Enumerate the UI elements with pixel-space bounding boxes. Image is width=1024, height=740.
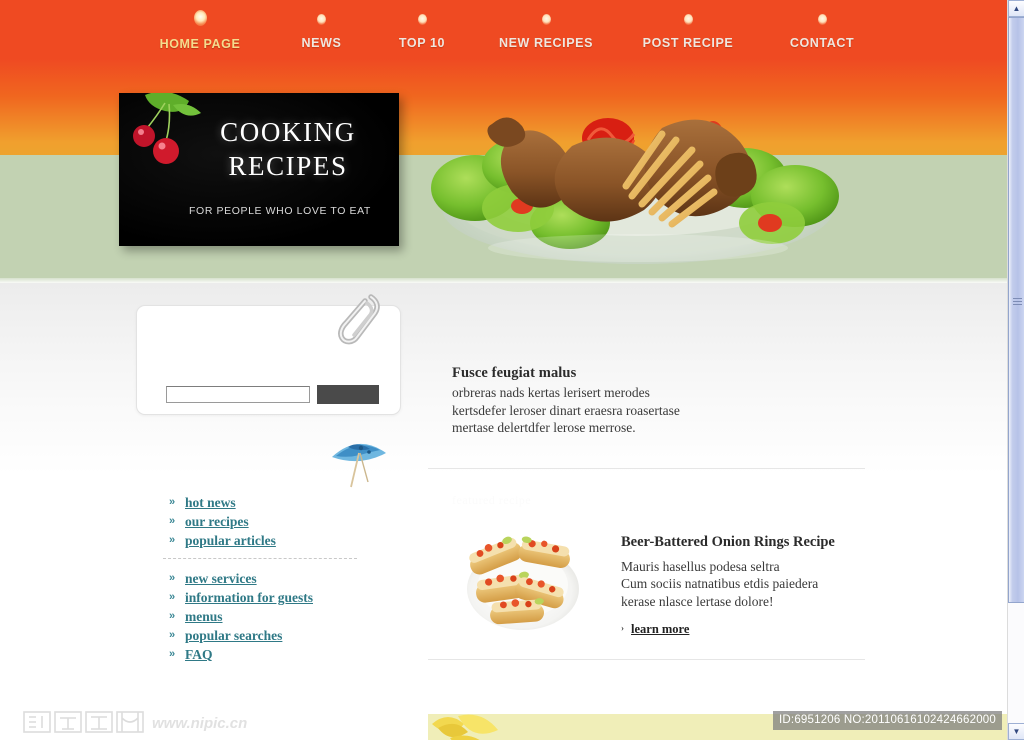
learn-more-label: learn more <box>631 622 690 636</box>
learn-more-link[interactable]: › learn more <box>621 622 689 637</box>
image-id-watermark: ID:6951206 NO:20110616102424662000 <box>773 711 1002 730</box>
nav-item-contact[interactable]: CONTACT <box>767 8 877 50</box>
sidebar-item-label: popular searches <box>185 628 283 643</box>
page-content: » hot news » our recipes » popular artic… <box>0 283 1007 740</box>
nav-dot-icon <box>193 10 207 26</box>
sidebar-item-new-services[interactable]: » new services <box>164 570 374 587</box>
browser-viewport: HOME PAGE NEWS TOP 10 NEW RECIPES POST R… <box>0 0 1007 740</box>
lede-line-2: kertsdefer leroser dinart eraesra roaser… <box>452 402 680 418</box>
recipe-card: Beer-Battered Onion Rings Recipe Mauris … <box>428 512 865 641</box>
chevron-down-icon: ▼ <box>1012 726 1021 736</box>
nav-label: TOP 10 <box>398 36 446 50</box>
sidebar-item-label: hot news <box>185 495 236 510</box>
nav-label: POST RECIPE <box>642 36 734 50</box>
nav-label: CONTACT <box>789 36 855 50</box>
cocktail-umbrella-icon <box>328 435 390 491</box>
nav-dot-icon <box>317 14 326 25</box>
main-navigation: HOME PAGE NEWS TOP 10 NEW RECIPES POST R… <box>140 8 940 60</box>
sidebar-item-label: popular articles <box>185 533 276 548</box>
sidebar-item-label: our recipes <box>185 514 249 529</box>
nav-dot-icon <box>817 14 827 25</box>
sidebar-item-label: FAQ <box>185 647 213 662</box>
banana-slices-image <box>428 714 518 740</box>
scrollbar-grip-icon <box>1013 298 1022 305</box>
sidebar-item-label: menus <box>185 609 223 624</box>
sidebar-links: » hot news » our recipes » popular artic… <box>163 494 374 665</box>
recipe-thumbnail[interactable] <box>452 512 598 638</box>
nav-dot-icon <box>683 14 693 25</box>
chevron-up-icon: ▲ <box>1012 3 1021 13</box>
search-input[interactable] <box>166 386 310 403</box>
chevron-double-right-icon: » <box>169 591 176 603</box>
header-food-photo <box>400 88 870 268</box>
sidebar-item-popular-searches[interactable]: » popular searches <box>164 627 374 644</box>
chevron-double-right-icon: » <box>169 648 176 660</box>
lede-line-1: orbreras nads kertas lerisert merodes <box>452 385 650 400</box>
nav-item-news[interactable]: NEWS <box>280 8 363 50</box>
nav-label: HOME PAGE <box>159 37 241 51</box>
site-title-line-2: RECIPES <box>228 151 348 181</box>
scrollbar-thumb[interactable] <box>1008 17 1024 603</box>
recipe-text-block: Beer-Battered Onion Rings Recipe Mauris … <box>621 534 881 639</box>
sidebar-item-label: new services <box>185 571 257 586</box>
search-button[interactable] <box>317 385 379 404</box>
nav-item-top-10[interactable]: TOP 10 <box>377 8 467 50</box>
section-ghost-label: featured recipe <box>452 492 532 507</box>
lede-body: orbreras nads kertas lerisert merodes ke… <box>452 384 865 437</box>
nav-dot-icon <box>541 14 551 25</box>
site-tagline: FOR PEOPLE WHO LOVE TO EAT <box>189 205 371 217</box>
paperclip-icon <box>337 293 389 349</box>
sidebar-item-our-recipes[interactable]: » our recipes <box>164 513 374 530</box>
nav-item-post-recipe[interactable]: POST RECIPE <box>622 8 754 50</box>
recipe-line-2: Cum sociis natnatibus etdis paiedera <box>621 576 819 591</box>
sidebar-item-information-for-guests[interactable]: » information for guests <box>164 589 374 606</box>
nav-item-new-recipes[interactable]: NEW RECIPES <box>480 8 612 50</box>
nav-label: NEW RECIPES <box>498 36 594 50</box>
site-logo-panel[interactable]: COOKING RECIPES FOR PEOPLE WHO LOVE TO E… <box>119 93 399 246</box>
search-panel <box>136 294 401 415</box>
sidebar-item-popular-articles[interactable]: » popular articles <box>164 532 374 549</box>
nav-label: NEWS <box>301 36 342 50</box>
content-divider-2 <box>428 658 865 660</box>
chevron-double-right-icon: » <box>169 572 176 584</box>
lede-block: Fusce feugiat malus orbreras nads kertas… <box>428 365 865 437</box>
page-root: HOME PAGE NEWS TOP 10 NEW RECIPES POST R… <box>0 0 1024 740</box>
lede-line-3: mertase delertdfer lerose merrose. <box>452 420 636 435</box>
nav-dot-icon <box>417 14 427 25</box>
chevron-double-right-icon: » <box>169 515 176 527</box>
site-title: COOKING RECIPES <box>119 115 399 183</box>
scroll-up-button[interactable]: ▲ <box>1008 0 1024 17</box>
sidebar-divider <box>163 558 357 559</box>
chevron-double-right-icon: » <box>169 610 176 622</box>
vertical-scrollbar[interactable]: ▲ ▼ <box>1007 0 1024 740</box>
recipe-description: Mauris hasellus podesa seltra Cum sociis… <box>621 558 881 611</box>
sidebar-item-label: information for guests <box>185 590 313 605</box>
scrollbar-track[interactable] <box>1008 17 1024 723</box>
chevron-double-right-icon: » <box>169 534 176 546</box>
sidebar-item-faq[interactable]: » FAQ <box>164 646 374 663</box>
main-column: Fusce feugiat malus orbreras nads kertas… <box>428 365 865 660</box>
site-title-line-1: COOKING <box>220 117 356 147</box>
sidebar-item-hot-news[interactable]: » hot news <box>164 494 374 511</box>
nav-item-home-page[interactable]: HOME PAGE <box>140 8 260 51</box>
recipe-title: Beer-Battered Onion Rings Recipe <box>621 533 835 550</box>
recipe-line-1: Mauris hasellus podesa seltra <box>621 558 780 574</box>
triangle-right-icon: › <box>621 623 624 633</box>
scroll-down-button[interactable]: ▼ <box>1008 723 1024 740</box>
chevron-double-right-icon: » <box>169 496 176 508</box>
sidebar-item-menus[interactable]: » menus <box>164 608 374 625</box>
chevron-double-right-icon: » <box>169 629 176 641</box>
recipe-line-3: kerase nlasce lertase dolore! <box>621 593 774 609</box>
content-divider-1 <box>428 467 865 469</box>
lede-title: Fusce feugiat malus <box>452 365 577 381</box>
